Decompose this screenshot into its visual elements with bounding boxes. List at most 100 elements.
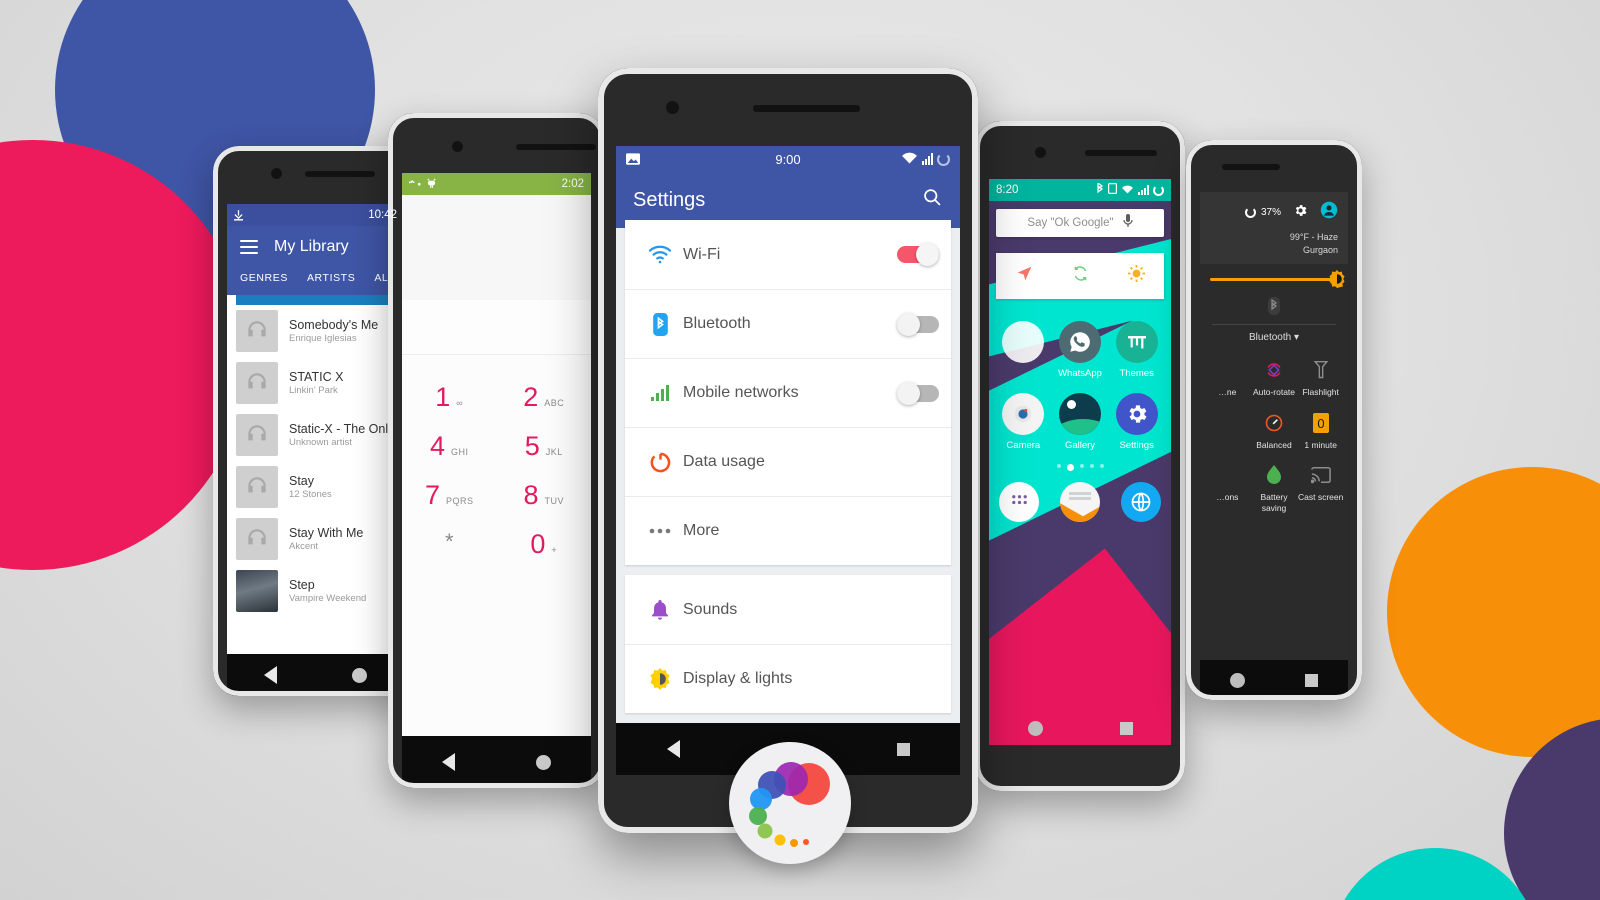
browser-icon[interactable] — [1120, 482, 1161, 522]
earpiece-speaker — [1222, 164, 1280, 170]
earpiece-speaker — [753, 105, 860, 112]
whatsapp-icon — [1058, 321, 1101, 363]
recents-button[interactable] — [1119, 721, 1133, 735]
track-title: Static-X - The Only — [289, 422, 395, 436]
dial-key-5[interactable]: 5 JKL — [497, 422, 592, 471]
navigation-bar — [989, 711, 1171, 745]
dial-key-2[interactable]: 2 ABC — [497, 373, 592, 422]
avatar[interactable] — [1320, 201, 1338, 224]
brightness-knob-icon[interactable] — [1328, 270, 1346, 289]
app-gallery[interactable]: Gallery — [1052, 393, 1109, 451]
menu-icon[interactable] — [240, 236, 258, 258]
list-item[interactable]: Somebody's Me Enrique Iglesias — [227, 305, 404, 357]
brightness-slider-row[interactable] — [1200, 264, 1348, 291]
tile-label: Auto-rotate — [1252, 387, 1296, 398]
dial-key-4[interactable]: 4 GHI — [402, 422, 497, 471]
brightness-icon[interactable] — [1127, 265, 1145, 287]
list-item[interactable]: Stay 12 Stones — [227, 461, 404, 513]
shortcut-widget[interactable] — [996, 253, 1164, 299]
app-settings[interactable]: Settings — [1108, 393, 1165, 451]
home-button[interactable] — [535, 754, 551, 770]
tile-partial-3[interactable]: …ons — [1204, 462, 1251, 513]
tab-genres[interactable]: GENRES — [240, 272, 288, 284]
dial-key-0[interactable]: 0 + — [497, 520, 592, 569]
dial-key-1[interactable]: 1 ∞ — [402, 373, 497, 422]
tile-label: Flashlight — [1302, 387, 1339, 398]
home-button[interactable] — [1230, 672, 1245, 688]
balanced-icon — [1251, 410, 1298, 436]
bluetooth-toggle[interactable] — [897, 312, 939, 336]
search-icon[interactable] — [922, 187, 943, 213]
back-button[interactable] — [264, 666, 278, 684]
app-whatsapp[interactable]: WhatsApp — [1052, 321, 1109, 379]
dial-key-7[interactable]: 7 PQRS — [402, 471, 497, 520]
settings-label: Bluetooth — [683, 315, 751, 332]
bluetooth-label[interactable]: Bluetooth ▾ — [1212, 324, 1336, 343]
settings-row-more[interactable]: More — [625, 496, 951, 565]
settings-row-display-lights[interactable]: Display & lights — [625, 644, 951, 713]
tile-balanced[interactable]: Balanced — [1251, 410, 1298, 451]
back-button[interactable] — [442, 753, 456, 771]
track-list[interactable]: Somebody's Me Enrique Iglesias STATIC X … — [227, 295, 404, 654]
tile-partial-2[interactable] — [1204, 410, 1251, 451]
page-dot[interactable] — [1056, 464, 1061, 468]
microphone-icon[interactable] — [1122, 213, 1133, 233]
list-item[interactable]: STATIC X Linkin' Park — [227, 357, 404, 409]
settings-row-sounds[interactable]: Sounds — [625, 575, 951, 644]
dialer-input-area[interactable] — [402, 195, 591, 300]
dial-key-8[interactable]: 8 TUV — [497, 471, 592, 520]
list-item[interactable]: Step Vampire Weekend — [227, 565, 404, 617]
list-item[interactable]: Stay With Me Akcent — [227, 513, 404, 565]
app-camera[interactable]: Camera — [995, 393, 1052, 451]
search-bar[interactable]: Say "Ok Google" — [996, 209, 1164, 237]
settings-gear-icon[interactable] — [1293, 203, 1308, 223]
page-dot[interactable] — [1079, 464, 1084, 468]
settings-row-mobile-networks[interactable]: Mobile networks — [625, 358, 951, 427]
headphones-icon — [236, 362, 278, 404]
mobile-networks-toggle[interactable] — [897, 381, 939, 405]
chevron-down-icon[interactable]: ▾ — [1294, 332, 1299, 343]
music-note-icon — [408, 178, 421, 190]
status-bar: 8:20 — [989, 179, 1171, 201]
track-artist: Akcent — [289, 541, 319, 552]
tile-screen-timeout[interactable]: 0 1 minute — [1297, 410, 1344, 451]
track-title: Step — [289, 578, 315, 592]
settings-row-wifi[interactable]: Wi-Fi — [625, 220, 951, 289]
brightness-slider[interactable] — [1210, 270, 1345, 289]
tile-label: Cast screen — [1297, 492, 1344, 503]
wifi-toggle[interactable] — [897, 243, 939, 266]
status-bar: 9:00 — [616, 146, 960, 172]
bluetooth-text: Bluetooth — [1248, 332, 1292, 344]
page-dot[interactable] — [1089, 464, 1094, 468]
page-dot[interactable] — [1099, 464, 1104, 468]
tile-cast-screen[interactable]: Cast screen — [1297, 462, 1344, 513]
status-time: 8:20 — [996, 184, 1019, 196]
all-apps-icon[interactable] — [999, 482, 1040, 522]
dialer-suggestions-area — [402, 300, 591, 355]
home-button[interactable] — [1027, 720, 1043, 736]
tab-artists[interactable]: ARTISTS — [307, 272, 355, 284]
app-label: Settings — [1119, 440, 1154, 451]
email-icon[interactable] — [1059, 482, 1100, 522]
album-strip — [236, 295, 395, 305]
app-themes[interactable]: Themes — [1108, 321, 1165, 379]
tile-auto-rotate[interactable]: Auto-rotate — [1251, 357, 1298, 398]
dial-pad[interactable]: 1 ∞ 2 ABC 4 GHI 5 JKL 7 PQRS 8 TUV * 0 + — [402, 355, 591, 736]
recents-button[interactable] — [1305, 673, 1318, 687]
list-item[interactable]: Static-X - The Only Unknown artist — [227, 409, 404, 461]
tile-partial-1[interactable]: …ne — [1204, 357, 1251, 398]
page-dot-active[interactable] — [1066, 464, 1074, 471]
back-button[interactable] — [666, 740, 680, 758]
sync-icon[interactable] — [1072, 265, 1089, 287]
home-button[interactable] — [351, 667, 367, 683]
bell-icon — [637, 599, 683, 621]
settings-row-bluetooth[interactable]: Bluetooth — [625, 289, 951, 358]
bluetooth-expanded-tile[interactable]: Bluetooth ▾ — [1200, 291, 1348, 347]
tile-battery-saving[interactable]: Battery saving — [1251, 462, 1298, 513]
tile-flashlight[interactable]: Flashlight — [1297, 357, 1344, 398]
settings-row-data-usage[interactable]: Data usage — [625, 427, 951, 496]
dial-key-star[interactable]: * — [402, 520, 497, 569]
recents-button[interactable] — [896, 742, 910, 756]
navigation-arrow-icon[interactable] — [1016, 265, 1033, 287]
weather-info: 99°F - Haze Gurgaon — [1210, 231, 1338, 256]
